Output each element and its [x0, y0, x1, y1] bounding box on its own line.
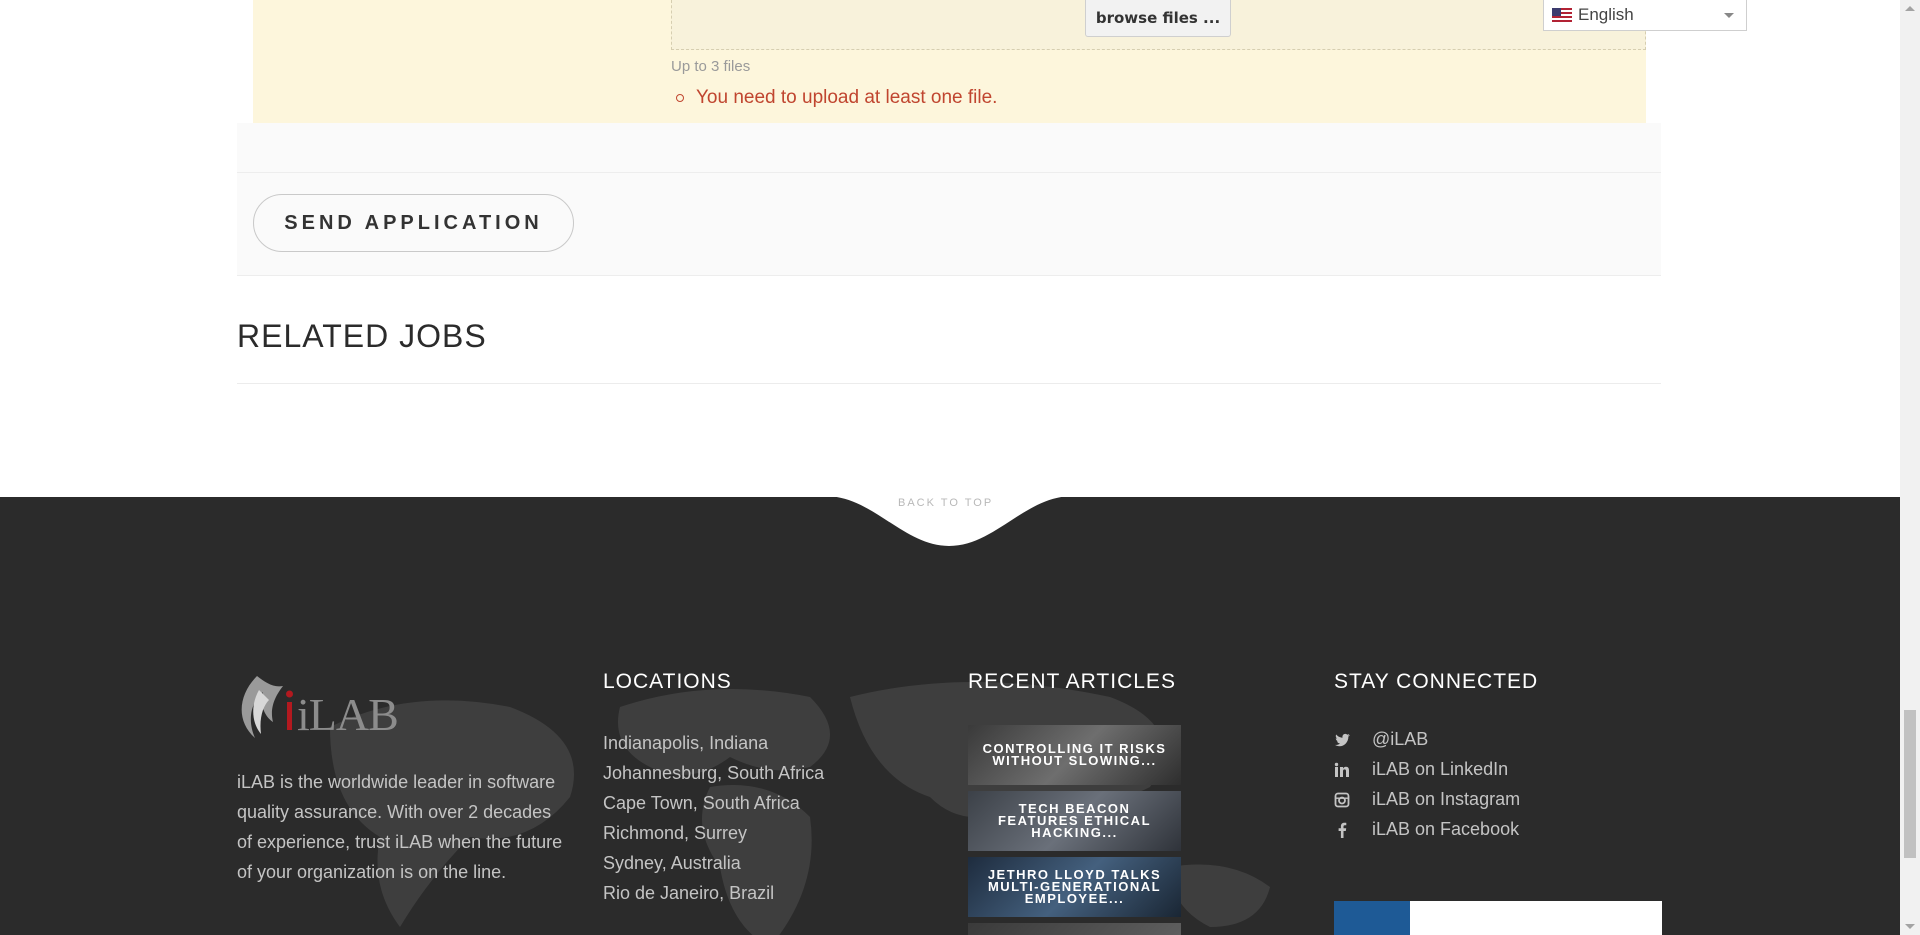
- stay-connected-heading: STAY CONNECTED: [1334, 670, 1539, 693]
- twitter-label: @iLAB: [1372, 729, 1429, 749]
- instagram-link[interactable]: iLAB on Instagram: [1334, 789, 1520, 810]
- article-card[interactable]: [968, 923, 1181, 935]
- logo-text: iLAB: [297, 689, 398, 740]
- facebook-link[interactable]: iLAB on Facebook: [1334, 819, 1519, 840]
- facebook-icon: [1338, 822, 1347, 838]
- article-card[interactable]: TECH BEACON FEATURES ETHICAL HACKING...: [968, 791, 1181, 851]
- language-selector[interactable]: English: [1543, 0, 1747, 31]
- send-application-button[interactable]: SEND APPLICATION: [253, 194, 574, 252]
- location-item: Indianapolis, Indiana: [603, 733, 769, 753]
- back-to-top-link[interactable]: BACK TO TOP: [898, 497, 993, 509]
- linkedin-link[interactable]: iLAB on LinkedIn: [1334, 759, 1508, 780]
- page: browse files ... Up to 3 files You need …: [0, 0, 1900, 935]
- facebook-label: iLAB on Facebook: [1372, 819, 1520, 839]
- location-item: Richmond, Surrey: [603, 823, 748, 843]
- article-title: CONTROLLING IT RISKS WITHOUT SLOWING...: [982, 741, 1167, 768]
- linkedin-icon: [1334, 762, 1349, 777]
- recent-articles-heading: RECENT ARTICLES: [968, 670, 1176, 693]
- language-selected: English: [1578, 5, 1634, 24]
- vertical-scrollbar[interactable]: [1900, 0, 1920, 935]
- divider: [237, 383, 1661, 384]
- scroll-up-arrow-icon[interactable]: [1905, 6, 1915, 11]
- twitter-icon: [1335, 733, 1350, 746]
- ilab-logo[interactable]: iLAB: [237, 672, 402, 742]
- scroll-down-arrow-icon[interactable]: [1905, 924, 1915, 929]
- upload-error-text: You need to upload at least one file.: [696, 87, 998, 108]
- location-item: Rio de Janeiro, Brazil: [603, 883, 775, 903]
- partner-badge[interactable]: [1334, 901, 1662, 935]
- location-item: Sydney, Australia: [603, 853, 741, 873]
- chevron-down-icon: [1724, 13, 1734, 18]
- upload-hint: Up to 3 files: [671, 58, 751, 75]
- location-item: Johannesburg, South Africa: [603, 763, 825, 783]
- browse-files-button[interactable]: browse files ...: [1085, 0, 1231, 37]
- about-text: iLAB is the worldwide leader in software…: [237, 772, 563, 882]
- badge-logo: [1334, 901, 1410, 935]
- related-jobs-heading: RELATED JOBS: [237, 318, 487, 354]
- instagram-label: iLAB on Instagram: [1372, 789, 1521, 809]
- us-flag-icon: [1552, 8, 1572, 22]
- error-bullet-icon: [676, 94, 684, 102]
- linkedin-label: iLAB on LinkedIn: [1372, 759, 1509, 779]
- scrollbar-thumb[interactable]: [1904, 710, 1916, 858]
- upload-error: You need to upload at least one file.: [676, 87, 997, 109]
- location-item: Cape Town, South Africa: [603, 793, 800, 813]
- twitter-link[interactable]: @iLAB: [1334, 729, 1428, 750]
- instagram-icon: [1334, 792, 1350, 807]
- locations-list: Indianapolis, Indiana Johannesburg, Sout…: [603, 728, 824, 908]
- article-card[interactable]: CONTROLLING IT RISKS WITHOUT SLOWING...: [968, 725, 1181, 785]
- locations-heading: LOCATIONS: [603, 670, 732, 693]
- article-title: TECH BEACON FEATURES ETHICAL HACKING...: [997, 801, 1152, 840]
- article-thumbnail: [968, 923, 1181, 935]
- form-spacer: [237, 123, 1661, 172]
- article-card[interactable]: JETHRO LLOYD TALKS MULTI-GENERATIONAL EM…: [968, 857, 1181, 917]
- article-title: JETHRO LLOYD TALKS MULTI-GENERATIONAL EM…: [987, 867, 1162, 906]
